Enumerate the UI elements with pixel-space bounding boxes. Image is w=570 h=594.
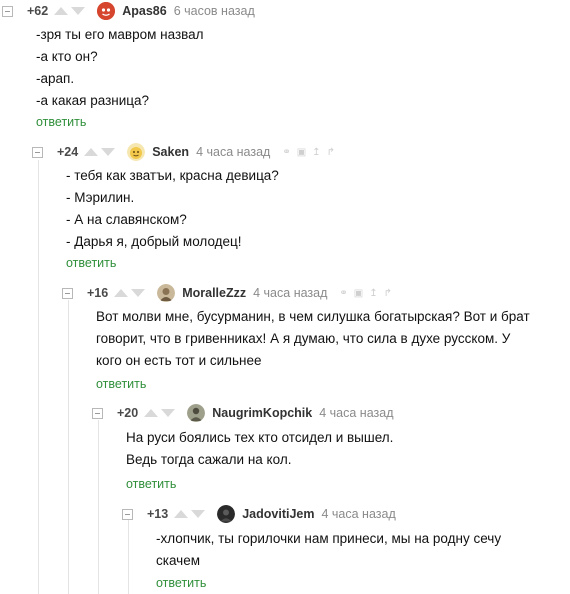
comment-line: -а какая разница? <box>36 93 150 108</box>
comment-line: -а кто он? <box>36 49 98 64</box>
save-icon[interactable]: ▣ <box>354 288 363 299</box>
save-icon[interactable]: ▣ <box>297 147 306 158</box>
comment-line: - А на славянском? <box>66 212 187 227</box>
avatar[interactable] <box>157 284 176 302</box>
thread-line <box>68 300 69 594</box>
comment-line: На руси боялись тех кто отсидел и вышел. <box>126 430 394 445</box>
comment-time[interactable]: 4 часа назад <box>196 145 270 159</box>
comment-body: -зря ты его мавром назвал -а кто он? -ар… <box>36 24 204 112</box>
author-name[interactable]: NaugrimKopchik <box>212 406 312 420</box>
comment-time[interactable]: 4 часа назад <box>253 286 327 300</box>
comment-header: +24 Saken 4 часа назад ⚭ ▣ ↥ ↱ <box>32 143 341 161</box>
upvote-icon[interactable] <box>174 510 189 518</box>
comment-body: -хлопчик, ты горилочки нам принеси, мы н… <box>156 528 501 572</box>
comment-line: -хлопчик, ты горилочки нам принеси, мы н… <box>156 531 502 546</box>
collapse-icon[interactable] <box>62 287 73 299</box>
comment-line: - тебя как зватъи, красна девица? <box>66 168 279 183</box>
branch-icon[interactable]: ↱ <box>327 147 335 158</box>
comment-header: +16 MoralleZzz 4 часа назад ⚭ ▣ ↥ ↱ <box>62 284 398 302</box>
upvote-icon[interactable] <box>144 409 159 417</box>
downvote-icon[interactable] <box>131 289 146 297</box>
reply-link[interactable]: ответить <box>66 256 116 270</box>
arrow-up-icon[interactable]: ↥ <box>312 147 320 158</box>
thread-line <box>98 420 99 594</box>
comment-line: - Мэрилин. <box>66 190 135 205</box>
comment-body: Вот молви мне, бусурманин, в чем силушка… <box>96 306 530 372</box>
comment-rating: +62 <box>27 4 49 18</box>
author-name[interactable]: Saken <box>152 145 189 159</box>
comment-rating: +13 <box>147 507 169 521</box>
comment-header: +13 JadovitiJem 4 часа назад <box>122 505 408 523</box>
avatar[interactable] <box>187 404 206 422</box>
branch-icon[interactable]: ↱ <box>384 288 392 299</box>
comment-time[interactable]: 4 часа назад <box>321 507 395 521</box>
upvote-icon[interactable] <box>114 289 129 297</box>
reply-link[interactable]: ответить <box>36 115 86 129</box>
avatar[interactable] <box>127 143 146 161</box>
downvote-icon[interactable] <box>161 409 176 417</box>
comment-line: Ведь тогда сажали на кол. <box>126 452 292 467</box>
comment-body: На руси боялись тех кто отсидел и вышел.… <box>126 427 393 471</box>
avatar[interactable] <box>217 505 236 523</box>
downvote-icon[interactable] <box>71 7 86 15</box>
comment-header: +20 NaugrimKopchik 4 часа назад <box>92 404 406 422</box>
collapse-icon[interactable] <box>32 146 43 158</box>
collapse-icon[interactable] <box>122 508 133 520</box>
author-name[interactable]: MoralleZzz <box>182 286 246 300</box>
downvote-icon[interactable] <box>191 510 206 518</box>
comment-line: скачем <box>156 553 200 568</box>
comment-line: -зря ты его мавром назвал <box>36 27 204 42</box>
comment-header: +62 Apas86 6 часов назад <box>2 2 267 20</box>
thread-line <box>38 160 39 594</box>
downvote-icon[interactable] <box>101 148 116 156</box>
upvote-icon[interactable] <box>54 7 69 15</box>
comment-time[interactable]: 6 часов назад <box>174 4 255 18</box>
comment-rating: +16 <box>87 286 109 300</box>
comment-line: -арап. <box>36 71 75 86</box>
avatar[interactable] <box>97 2 116 20</box>
collapse-icon[interactable] <box>2 5 13 17</box>
arrow-up-icon[interactable]: ↥ <box>369 288 377 299</box>
upvote-icon[interactable] <box>84 148 99 156</box>
thread-line <box>128 520 129 594</box>
collapse-icon[interactable] <box>92 407 103 419</box>
comment-line: говорит, что в гривенниках! А я думаю, ч… <box>96 331 511 346</box>
author-name[interactable]: JadovitiJem <box>242 507 314 521</box>
reply-link[interactable]: ответить <box>156 576 206 590</box>
comment-rating: +20 <box>117 406 139 420</box>
comment-line: кого он есть тот и сильнее <box>96 353 262 368</box>
comment-time[interactable]: 4 часа назад <box>319 406 393 420</box>
comment-rating: +24 <box>57 145 79 159</box>
comment-line: - Дарья я, добрый молодец! <box>66 234 242 249</box>
link-icon[interactable]: ⚭ <box>282 147 290 158</box>
author-name[interactable]: Apas86 <box>122 4 166 18</box>
comment-body: - тебя как зватъи, красна девица? - Мэри… <box>66 165 279 253</box>
reply-link[interactable]: ответить <box>126 477 176 491</box>
reply-link[interactable]: ответить <box>96 377 146 391</box>
link-icon[interactable]: ⚭ <box>339 288 347 299</box>
comment-line: Вот молви мне, бусурманин, в чем силушка… <box>96 309 530 324</box>
